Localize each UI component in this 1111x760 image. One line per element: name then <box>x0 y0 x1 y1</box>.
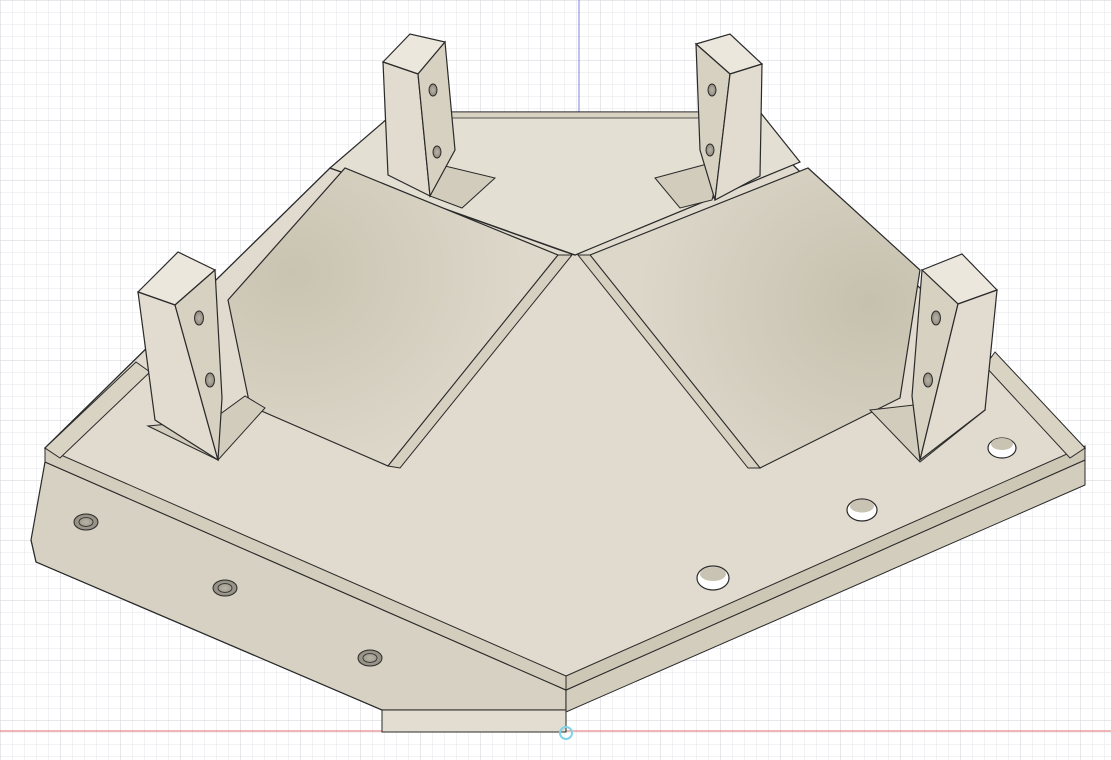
tab-hole <box>705 143 715 157</box>
threaded-hole <box>357 649 383 667</box>
cad-3d-viewport[interactable] <box>0 0 1111 760</box>
threaded-hole <box>73 513 99 531</box>
tab-hole <box>205 372 215 388</box>
tab-hole <box>428 83 438 97</box>
threaded-hole <box>212 579 238 597</box>
model-canvas[interactable] <box>0 0 1111 760</box>
through-hole-wall <box>991 438 1013 450</box>
through-hole-wall <box>700 567 726 581</box>
through-hole-wall <box>850 499 874 513</box>
tab-hole <box>194 310 204 326</box>
tab-hole <box>707 83 717 97</box>
tab-hole <box>923 372 933 388</box>
tab-hole <box>931 310 941 326</box>
tab-hole <box>432 145 442 159</box>
